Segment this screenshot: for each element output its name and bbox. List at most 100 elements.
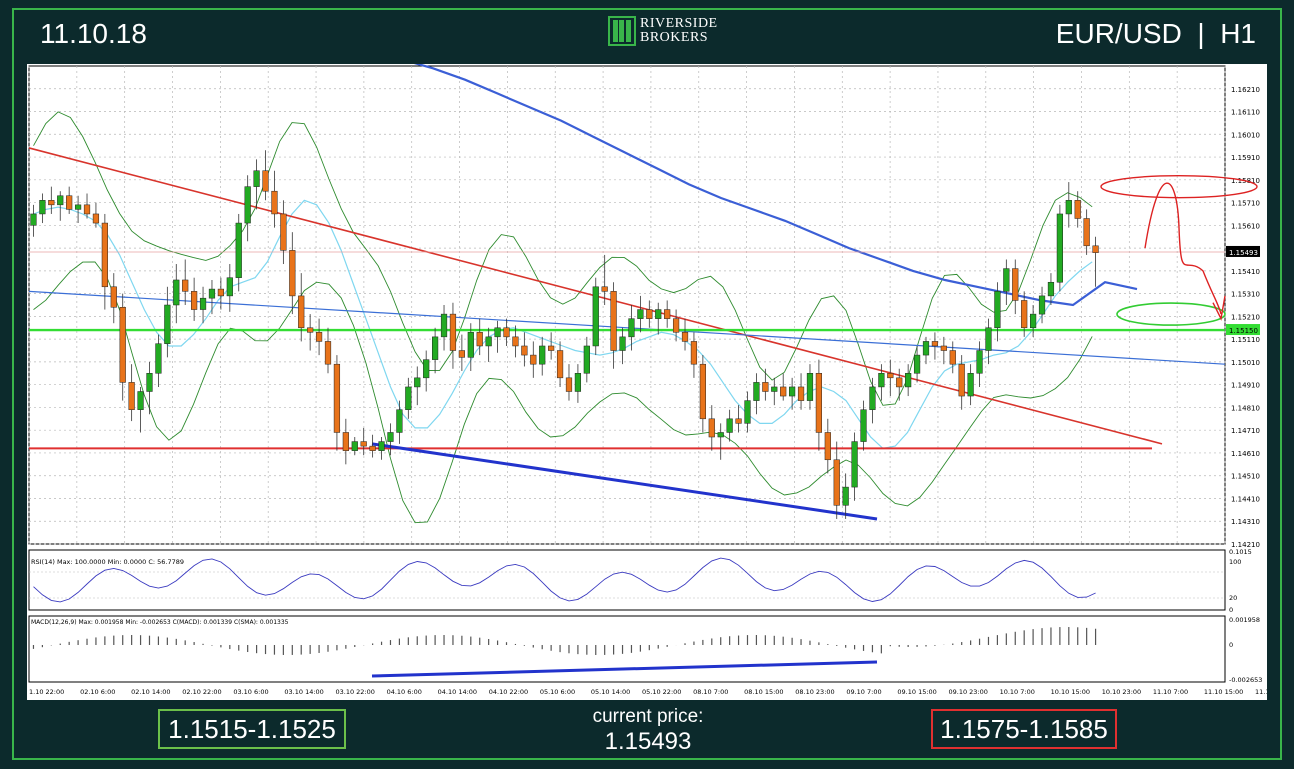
candle-body	[244, 186, 251, 224]
candle-body	[146, 373, 153, 392]
candle-body	[931, 341, 939, 347]
candle-body	[324, 341, 332, 365]
candle-body	[913, 354, 921, 374]
candle-body	[905, 373, 912, 388]
macd-tick-label: 0.001958	[1229, 616, 1260, 624]
candle-body	[101, 222, 108, 288]
time-tick-label: 09.10 7:00	[846, 688, 881, 696]
candle-body	[48, 200, 55, 206]
candle-body	[726, 418, 733, 433]
candle-body	[994, 291, 1001, 329]
candle-body	[842, 486, 849, 506]
candle-body	[217, 288, 225, 297]
candle-body	[333, 363, 341, 433]
price-tick-label: 1.15010	[1231, 359, 1260, 367]
candle-body	[1003, 268, 1010, 292]
time-tick-label: 11.10 23:00	[1255, 688, 1267, 696]
time-tick-label: 11.10 7:00	[1153, 688, 1188, 696]
candle-body	[182, 279, 189, 292]
time-tick-label: 05.10 6:00	[540, 688, 575, 696]
time-tick-label: 08.10 23:00	[795, 688, 834, 696]
price-tick-label: 1.15310	[1231, 291, 1260, 299]
candle-body	[744, 400, 751, 424]
candle-body	[699, 363, 706, 420]
candle-body	[360, 441, 367, 447]
time-tick-label: 04.10 14:00	[438, 688, 477, 696]
candle-body	[860, 409, 867, 442]
rsi-top-tag: 0.1015	[1229, 548, 1252, 556]
candle-body	[164, 304, 171, 344]
date-label: 11.10.18	[40, 18, 147, 49]
candle-body	[565, 377, 573, 392]
price-tick-label: 1.16210	[1231, 86, 1260, 94]
candle-body	[83, 204, 91, 215]
candle-body	[423, 359, 430, 379]
candle-body	[753, 382, 760, 401]
rsi-tick-label: 20	[1229, 594, 1237, 602]
time-tick-label: 04.10 6:00	[387, 688, 422, 696]
time-tick-label: 11.10 15:00	[1204, 688, 1243, 696]
time-tick-label: 05.10 22:00	[642, 688, 681, 696]
candle-body	[1092, 245, 1099, 253]
candle-body	[949, 350, 956, 365]
time-tick-label: 08.10 15:00	[744, 688, 783, 696]
candle-body	[307, 327, 314, 333]
candle-body	[476, 332, 483, 347]
candle-body	[851, 441, 858, 488]
time-tick-label: 02.10 14:00	[131, 688, 170, 696]
candle-body	[315, 332, 323, 342]
candle-body	[619, 336, 626, 351]
candle-body	[530, 354, 537, 365]
candle-body	[369, 445, 376, 451]
time-tick-label: 04.10 22:00	[489, 688, 528, 696]
candle-body	[253, 170, 260, 187]
candle-body	[815, 373, 823, 433]
price-tick-label: 1.14710	[1231, 427, 1260, 435]
time-tick-label: 05.10 14:00	[591, 688, 630, 696]
candle-body	[664, 309, 671, 319]
candle-body	[637, 309, 644, 319]
macd-tick-label: -0.002653	[1229, 676, 1262, 684]
candle-body	[66, 195, 73, 210]
candle-body	[74, 204, 82, 210]
candle-body	[806, 373, 814, 401]
price-tick-label: 1.16010	[1231, 131, 1260, 139]
price-tick-label: 1.15910	[1231, 154, 1260, 162]
candle-body	[378, 441, 385, 451]
candle-body	[396, 409, 403, 433]
candle-body	[155, 343, 162, 374]
candle-body	[717, 432, 724, 438]
macd-tick-label: 0	[1229, 641, 1233, 649]
candle-body	[985, 327, 992, 351]
candle-body	[681, 332, 689, 342]
candle-body	[1012, 268, 1019, 301]
support-price-tag-label: 1.15150	[1229, 327, 1258, 335]
chart-area: 1.16210 1.16110 1.16010 1.15910 1.15810 1.157…	[27, 42, 1294, 700]
candle-body	[271, 190, 278, 215]
candle-body	[610, 291, 617, 351]
candle-body	[824, 432, 831, 461]
candle-body	[896, 377, 903, 388]
candle-body	[601, 286, 608, 292]
candle-body	[467, 332, 474, 358]
candle-body	[887, 373, 894, 379]
candle-body	[119, 307, 126, 383]
logo-line-1: RIVERSIDE	[640, 16, 718, 31]
candle-body	[39, 200, 46, 215]
price-tick-label: 1.14310	[1231, 518, 1260, 526]
candle-body	[1056, 213, 1063, 283]
candle-body	[280, 213, 287, 251]
macd-panel-label: MACD(12,26,9) Max: 0.001958 Min: -0.0026…	[31, 619, 289, 626]
candle-body	[494, 327, 501, 338]
candle-body	[431, 336, 439, 360]
candle-body	[672, 318, 680, 333]
candle-body	[226, 277, 233, 297]
candle-body	[762, 382, 769, 392]
current-price-label: current price:	[592, 706, 704, 727]
candle-body	[771, 386, 778, 392]
price-tick-label: 1.15110	[1231, 336, 1260, 344]
candle-body	[485, 336, 492, 347]
candle-body	[958, 363, 965, 397]
candle-body	[735, 418, 742, 424]
price-tick-label: 1.14410	[1231, 495, 1260, 503]
